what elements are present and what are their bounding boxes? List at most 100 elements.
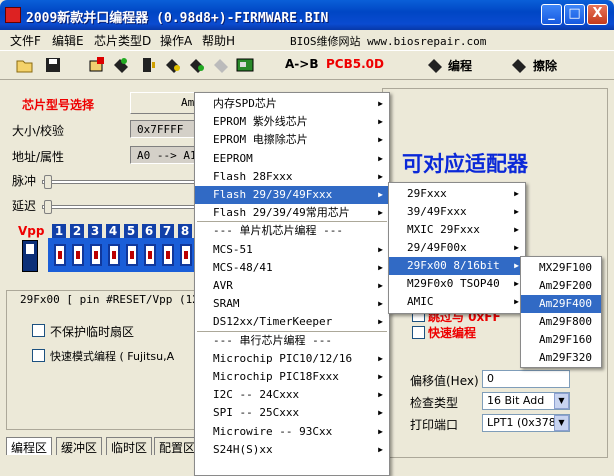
menu-item[interactable]: EPROM 电擦除芯片 ▶ [195,131,389,149]
chip-verify-icon[interactable] [140,56,158,74]
no-protect-checkbox[interactable] [32,324,45,337]
menu-item[interactable]: 29/49F00x ▶ [389,239,525,257]
program-button[interactable]: 编程 [448,57,472,74]
fast-mode-label: 快速模式编程 ( Fujitsu,A [50,350,175,363]
delay-slider-thumb[interactable] [44,200,52,214]
menu-item[interactable]: AMIC ▶ [389,293,525,311]
menu-item[interactable]: Am29F160 [521,331,601,349]
save-icon[interactable] [44,56,62,74]
chip-type-menu: 内存SPD芯片 ▶ EPROM 紫外线芯片 ▶ EPROM 电擦除芯片 ▶ EEPROM ▶ F… [194,92,390,476]
menu-item[interactable]: S24H(S)xx ▶ [195,441,389,459]
menu-item[interactable]: SRAM ▶ [195,295,389,313]
chip-write-icon[interactable] [112,56,130,74]
menu-item[interactable]: Flash 29/39/49Fxxx ▶ [195,186,389,204]
menu-operate[interactable]: 操作A [160,32,192,49]
menu-item[interactable]: Am29F200 [521,277,601,295]
menu-item[interactable]: Microwire -- 93Cxx ▶ [195,423,389,441]
menu-help[interactable]: 帮助H [202,32,235,49]
menu-item[interactable]: 29Fx00 8/16bit ▶ [389,257,525,275]
minimize-button[interactable]: _ [541,4,562,25]
menu-item[interactable]: I2C -- 24Cxxx ▶ [195,386,389,404]
pin-switch[interactable] [108,244,120,266]
menu-item-label: MX29F100 [539,261,592,274]
submenu-arrow-icon: ▶ [378,244,383,254]
menu-item[interactable]: MCS-51 ▶ [195,241,389,259]
menu-item[interactable]: M29F0x0 TSOP40 ▶ [389,275,525,293]
fast-program-checkbox[interactable] [412,326,425,339]
pin-info-label: 29Fx00 [ pin #RESET/Vpp (12V) [20,293,213,306]
close-button[interactable]: X [587,4,608,25]
menu-item-label: Am29F160 [539,333,592,346]
menu-item[interactable]: AVR ▶ [195,277,389,295]
menu-item[interactable]: Microchip PIC18Fxxx ▶ [195,368,389,386]
maximize-button[interactable]: □ [564,4,585,25]
pin-switch[interactable] [54,244,66,266]
app-icon [5,7,21,23]
submenu-arrow-icon: ▶ [378,171,383,181]
chevron-down-icon[interactable]: ▼ [554,393,569,409]
menu-item[interactable]: EEPROM ▶ [195,150,389,168]
menu-item[interactable]: Flash 28Fxxx ▶ [195,168,389,186]
menu-item[interactable]: Am29F320 [521,349,601,367]
chip-read-icon[interactable] [88,56,106,74]
menu-item[interactable]: MCS-48/41 ▶ [195,259,389,277]
menu-item[interactable]: Am29F400 [521,295,601,313]
pin-number: 5 [124,224,138,238]
vpp-switch[interactable] [22,240,38,272]
submenu-arrow-icon: ▶ [378,117,383,127]
chevron-down-icon[interactable]: ▼ [554,415,569,431]
submenu-arrow-icon: ▶ [378,317,383,327]
pin-switch[interactable] [180,244,192,266]
menu-file[interactable]: 文件F [10,32,41,49]
submenu-arrow-icon: ▶ [378,190,383,199]
menu-item[interactable]: 29Fxxx ▶ [389,185,525,203]
menu-item-label: 39/49Fxxx [407,205,467,218]
menu-item-label: --- 单片机芯片编程 --- [213,224,343,238]
pulse-slider-track[interactable] [42,180,197,184]
erase-icon[interactable] [510,56,528,74]
a-to-b-button[interactable]: A->B [285,57,318,71]
menu-edit[interactable]: 编辑E [52,32,84,49]
submenu-arrow-icon: ▶ [514,207,519,216]
pin-number: 1 [52,224,66,238]
board-icon[interactable] [236,56,254,74]
pin-switch[interactable] [72,244,84,266]
menu-section-header: --- 串行芯片编程 --- [195,332,389,350]
pin-switch[interactable] [162,244,174,266]
menu-item[interactable]: SPI -- 25Cxxx ▶ [195,404,389,422]
menu-item[interactable]: MXIC 29Fxxx ▶ [389,221,525,239]
menu-item-label: MCS-48/41 [213,260,273,274]
menu-item-label: EEPROM [213,151,253,165]
menu-item[interactable]: 内存SPD芯片 ▶ [195,95,389,113]
menu-chip-type[interactable]: 芯片类型D [94,32,151,49]
pin-switch[interactable] [126,244,138,266]
chip-compare-icon[interactable] [188,56,206,74]
adapter-title: 可对应适配器 [402,152,528,176]
menu-item[interactable]: 39/49Fxxx ▶ [389,203,525,221]
delay-slider-track[interactable] [42,205,197,209]
tab-buffer[interactable]: 缓冲区 [56,437,103,455]
menu-item-label: Am29F800 [539,315,592,328]
open-folder-icon[interactable] [16,56,34,74]
submenu-arrow-icon: ▶ [514,189,519,198]
menu-item[interactable]: Am29F800 [521,313,601,331]
menu-item[interactable]: MX29F100 [521,259,601,277]
chip-blank-check-icon[interactable] [164,56,182,74]
pulse-slider-thumb[interactable] [44,175,52,189]
menu-item[interactable]: Microchip PIC10/12/16 ▶ [195,350,389,368]
program-icon[interactable] [426,56,444,74]
offset-input[interactable]: 0 [482,370,570,388]
tab-temp[interactable]: 临时区 [106,437,153,455]
size-checksum-label: 大小/校验 [12,124,65,138]
menu-item[interactable]: Flash 29/39/49常用芯片 ▶ [195,204,389,222]
menu-item[interactable]: DS12xx/TimerKeeper ▶ [195,313,389,331]
pin-switch[interactable] [144,244,156,266]
erase-button[interactable]: 擦除 [533,57,557,74]
fast-mode-checkbox[interactable] [32,349,45,362]
menu-separator [197,330,387,332]
pin-switch[interactable] [90,244,102,266]
menu-item-label: 29Fxxx [407,187,447,200]
menu-item[interactable]: EPROM 紫外线芯片 ▶ [195,113,389,131]
chip-auto-icon[interactable] [212,56,230,74]
tab-program-area[interactable]: 编程区 [6,437,53,455]
